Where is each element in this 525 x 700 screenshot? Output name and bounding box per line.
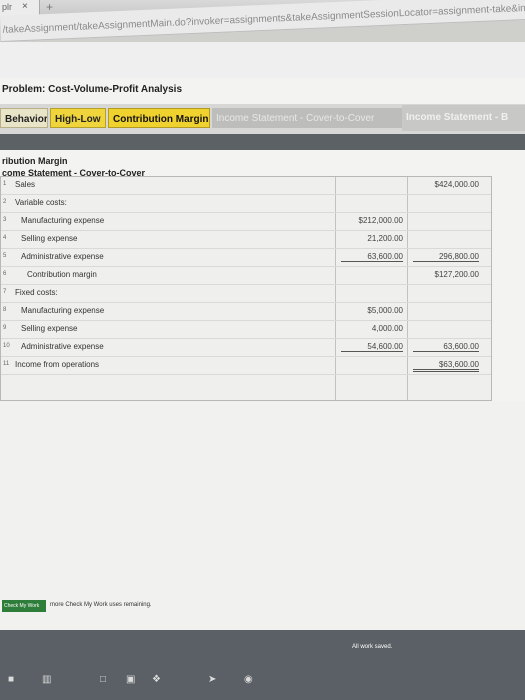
row-number: 6 <box>3 271 7 277</box>
total-cell[interactable]: $424,000.00 <box>413 180 480 189</box>
dropbox-icon[interactable]: ❖ <box>152 674 161 685</box>
row-number: 9 <box>3 325 7 331</box>
amount-cell[interactable]: 54,600.00 <box>341 342 403 352</box>
section-title: ribution Margin <box>2 156 68 166</box>
row-number: 5 <box>3 253 7 259</box>
row-label: Manufacturing expense <box>21 306 105 315</box>
tab-income-statement-cover-to-cover[interactable]: Income Statement - Cover-to-Cover <box>212 108 402 128</box>
folder-icon[interactable]: □ <box>100 674 106 685</box>
amount-cell[interactable]: $5,000.00 <box>341 306 403 315</box>
tab-income-statement-b[interactable]: Income Statement - B <box>402 105 525 131</box>
row-number: 1 <box>3 181 7 187</box>
table-row: 8 Manufacturing expense $5,000.00 <box>1 303 491 321</box>
row-label: Selling expense <box>21 324 78 333</box>
total-cell[interactable]: 63,600.00 <box>413 342 479 352</box>
table-row: 6 Contribution margin $127,200.00 <box>1 267 491 285</box>
row-label: Income from operations <box>15 360 100 369</box>
row-label: Fixed costs: <box>15 288 58 297</box>
amount-cell[interactable]: 4,000.00 <box>341 324 403 333</box>
tab-title: plr <box>2 2 13 12</box>
apps-icon[interactable]: ▥ <box>42 674 51 685</box>
table-row: 2 Variable costs: <box>1 195 491 213</box>
row-number: 10 <box>3 343 10 349</box>
table-row: 1 Sales $424,000.00 <box>1 177 491 195</box>
row-number: 11 <box>3 361 10 367</box>
table-row: 7 Fixed costs: <box>1 285 491 303</box>
new-tab-icon[interactable]: + <box>46 0 60 14</box>
arrow-icon[interactable]: ➤ <box>208 674 216 685</box>
page-title: Problem: Cost-Volume-Profit Analysis <box>2 84 183 95</box>
total-cell[interactable]: 296,800.00 <box>413 252 479 262</box>
assignment-page: Problem: Cost-Volume-Profit Analysis Beh… <box>0 78 525 671</box>
row-label: Administrative expense <box>21 342 104 351</box>
income-statement-table: 1 Sales $424,000.00 2 Variable costs: 3 … <box>0 176 492 401</box>
row-label: Variable costs: <box>15 198 67 207</box>
row-label: Manufacturing expense <box>21 216 105 225</box>
row-label: Sales <box>15 180 36 189</box>
page-header-blank <box>0 42 525 82</box>
tab-behavior[interactable]: Behavior <box>0 108 48 128</box>
check-uses-remaining: more Check My Work uses remaining. <box>50 602 152 608</box>
check-my-work-button[interactable]: Check My Work <box>2 600 46 612</box>
toolbar-strip <box>0 134 525 150</box>
row-label: Selling expense <box>21 234 78 243</box>
amount-cell[interactable]: 21,200.00 <box>341 234 403 243</box>
total-cell[interactable]: $127,200.00 <box>413 270 480 279</box>
tab-high-low[interactable]: High-Low <box>50 108 106 128</box>
amount-cell[interactable]: 63,600.00 <box>341 252 403 262</box>
browser-icon[interactable]: ◉ <box>244 674 253 685</box>
store-icon[interactable]: ▣ <box>126 674 135 685</box>
row-number: 4 <box>3 235 7 241</box>
table-row: 11 Income from operations $63,600.00 <box>1 357 491 375</box>
total-cell[interactable]: $63,600.00 <box>413 360 479 372</box>
save-status: All work saved. <box>352 644 393 650</box>
row-number: 3 <box>3 217 7 223</box>
row-label: Contribution margin <box>27 270 97 279</box>
problem-tabs: Behavior High-Low Contribution Margin In… <box>0 104 525 134</box>
table-row: 9 Selling expense 4,000.00 <box>1 321 491 339</box>
close-icon[interactable]: × <box>22 1 28 12</box>
table-row: 4 Selling expense 21,200.00 <box>1 231 491 249</box>
table-row: 10 Administrative expense 54,600.00 63,6… <box>1 339 491 357</box>
row-number: 8 <box>3 307 7 313</box>
taskbar: All work saved. ■ ▥ □ ▣ ❖ ➤ ◉ <box>0 630 525 700</box>
amount-cell[interactable]: $212,000.00 <box>341 216 404 225</box>
row-label: Administrative expense <box>21 252 104 261</box>
row-number: 7 <box>3 289 7 295</box>
table-row: 3 Manufacturing expense $212,000.00 <box>1 213 491 231</box>
tab-contribution-margin[interactable]: Contribution Margin <box>108 108 210 128</box>
table-row: 5 Administrative expense 63,600.00 296,8… <box>1 249 491 267</box>
windows-icon[interactable]: ■ <box>8 674 14 685</box>
row-number: 2 <box>3 199 7 205</box>
